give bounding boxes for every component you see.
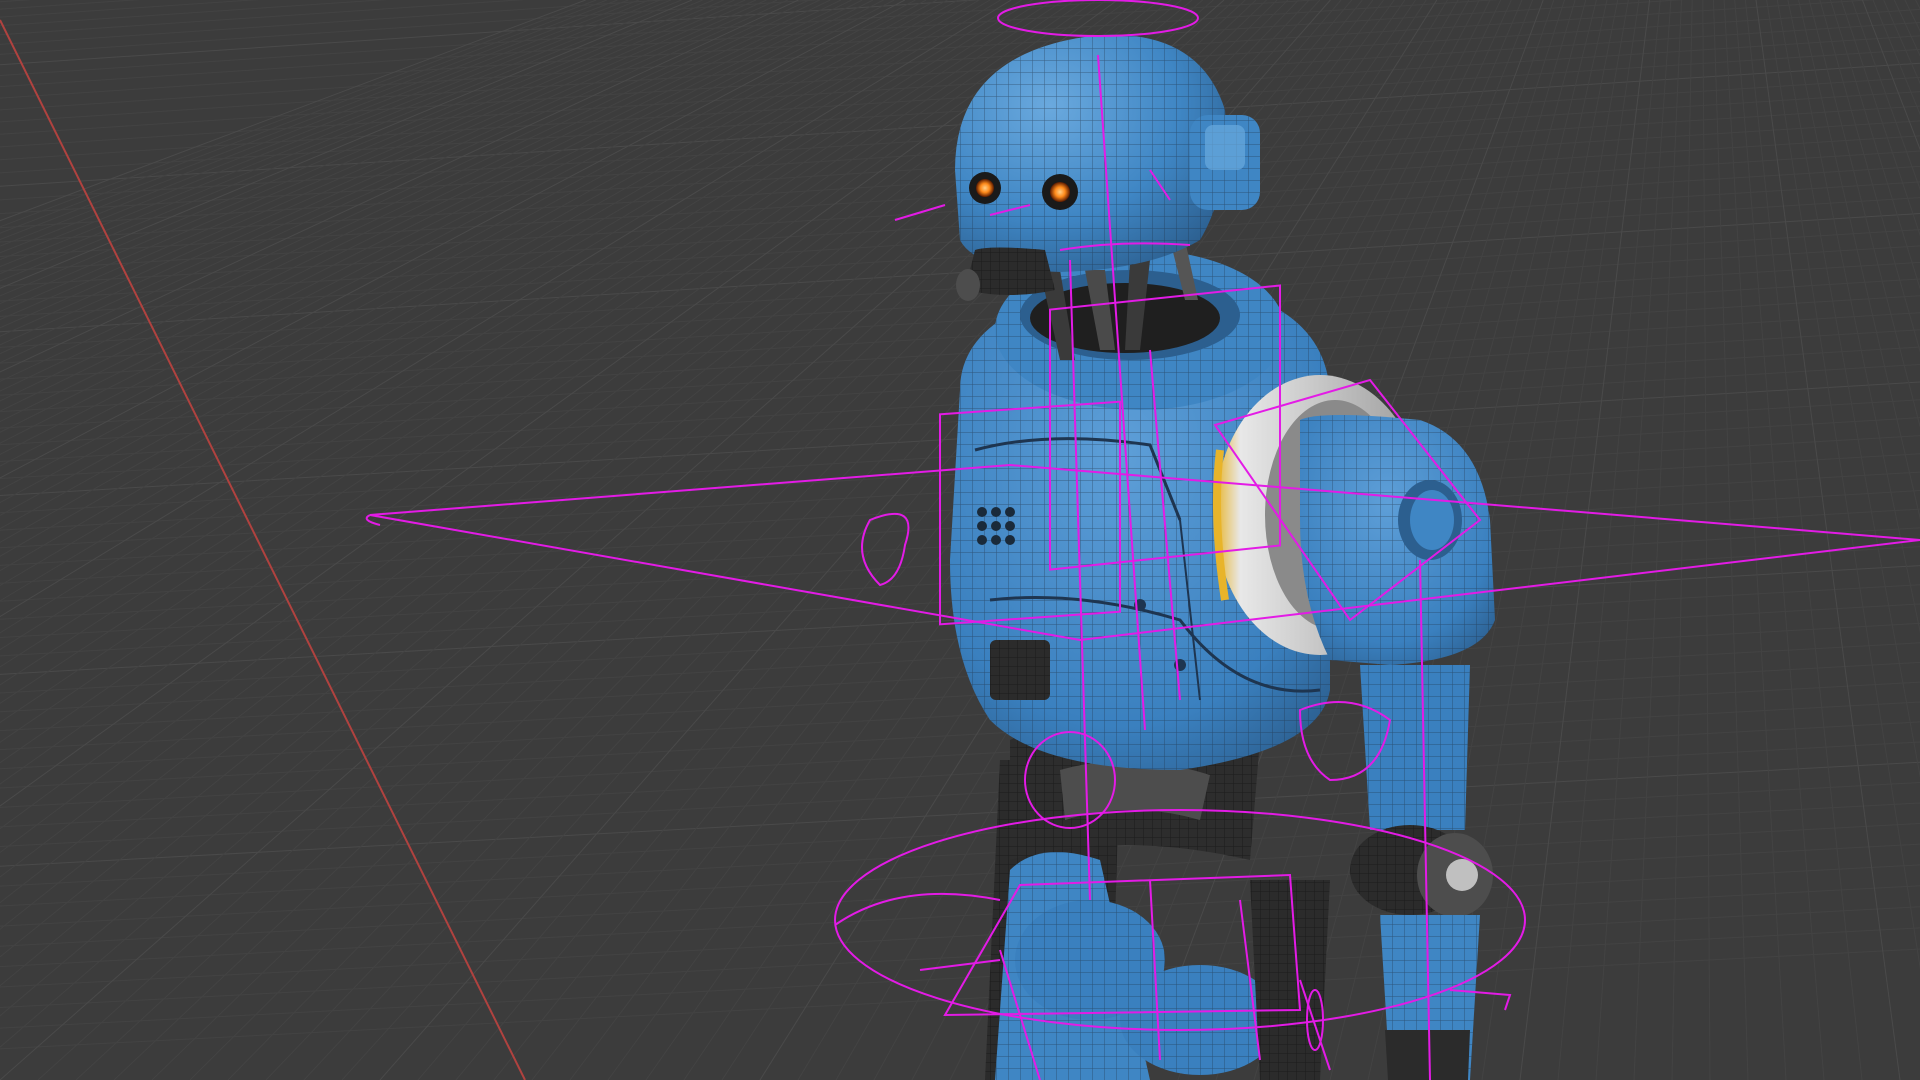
eye-icon xyxy=(969,172,1001,204)
eye-icon xyxy=(1042,174,1078,210)
chest-vent xyxy=(977,507,1015,545)
robot-elbow-joint xyxy=(1350,825,1493,917)
3d-viewport[interactable] xyxy=(0,0,1920,1080)
